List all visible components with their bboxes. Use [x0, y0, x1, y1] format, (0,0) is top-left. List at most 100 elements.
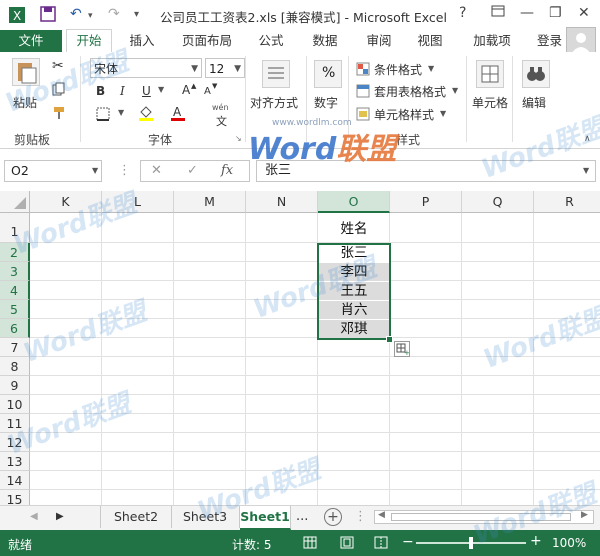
row-header[interactable]: 10 [0, 395, 30, 414]
row-header[interactable]: 13 [0, 452, 30, 471]
find-binoculars-icon[interactable] [522, 60, 550, 88]
column-header[interactable]: M [174, 191, 246, 213]
worksheet-grid[interactable]: K L M N O P Q R 1 2 3 4 5 6 7 8 9 10 11 12 13 14 15 姓名… [0, 191, 600, 505]
column-header-selected[interactable]: O [318, 191, 390, 213]
conditional-format-button[interactable]: 条件格式 [374, 61, 422, 78]
bold-button[interactable]: B [96, 84, 105, 98]
next-sheet-icon[interactable]: ▶ [56, 511, 64, 522]
redo-icon[interactable]: ↷ [108, 6, 120, 22]
zoom-level[interactable]: 100% [552, 536, 586, 550]
cells-button[interactable]: 单元格 [472, 94, 508, 111]
customize-toolbar-icon[interactable]: ▾ [134, 9, 139, 20]
tab-formulas[interactable]: 公式 [252, 30, 290, 52]
column-header[interactable]: P [390, 191, 462, 213]
formula-input[interactable]: 张三 [256, 160, 596, 182]
cell-styles-icon[interactable] [356, 107, 370, 124]
quick-analysis-icon[interactable]: + [394, 341, 410, 357]
insert-function-button[interactable]: fx [221, 163, 233, 178]
dialog-launcher-icon[interactable]: ↘ [235, 134, 242, 143]
decrease-font-icon[interactable]: A ▼ [204, 82, 220, 99]
undo-dropdown-icon[interactable]: ▾ [88, 11, 93, 21]
format-painter-icon[interactable] [52, 106, 66, 123]
tab-addins[interactable]: 加载项 [466, 30, 518, 52]
font-color-icon[interactable]: A [170, 104, 186, 125]
tab-view[interactable]: 视图 [411, 30, 449, 52]
row-header[interactable]: 14 [0, 471, 30, 490]
row-header[interactable]: 7 [0, 338, 30, 357]
copy-icon[interactable] [52, 82, 66, 99]
restore-button[interactable]: ❐ [549, 5, 562, 21]
number-format-icon[interactable]: % [314, 60, 342, 88]
row-header[interactable]: 12 [0, 433, 30, 452]
row-header-selected[interactable]: 2 [0, 243, 30, 262]
column-header[interactable]: N [246, 191, 318, 213]
cell-o1[interactable]: 姓名 [318, 215, 390, 243]
cells-icon[interactable] [476, 60, 504, 88]
font-name-combo[interactable]: 宋体 ▼ [90, 58, 202, 78]
minimize-button[interactable]: — [520, 5, 534, 21]
user-avatar[interactable] [566, 27, 596, 55]
alignment-icon[interactable] [262, 60, 290, 88]
row-header-selected[interactable]: 4 [0, 281, 30, 300]
chevron-down-icon[interactable]: ▼ [428, 64, 434, 73]
underline-button[interactable]: U [142, 84, 151, 98]
add-sheet-button[interactable]: + [324, 508, 342, 526]
column-header[interactable]: L [102, 191, 174, 213]
paste-button[interactable]: 粘贴 [13, 94, 37, 111]
borders-icon[interactable] [96, 107, 110, 124]
chevron-down-icon[interactable]: ▼ [440, 109, 446, 118]
cut-icon[interactable]: ✂ [52, 58, 64, 74]
zoom-slider[interactable] [416, 537, 526, 549]
collapse-ribbon-icon[interactable]: ∧ [584, 134, 591, 144]
expand-formula-bar-icon[interactable]: ▼ [583, 166, 589, 175]
sheet-tab-sheet3[interactable]: Sheet3 [171, 506, 240, 528]
chevron-down-icon[interactable]: ▼ [452, 86, 458, 95]
row-header[interactable]: 15 [0, 490, 30, 505]
horizontal-scrollbar[interactable]: ◀ ▶ [374, 510, 594, 524]
alignment-button[interactable]: 对齐方式 [250, 94, 298, 111]
editing-button[interactable]: 编辑 [522, 94, 546, 111]
tab-review[interactable]: 审阅 [360, 30, 398, 52]
zoom-slider-thumb[interactable] [469, 537, 473, 549]
zoom-out-button[interactable]: − [402, 534, 414, 550]
save-icon[interactable] [40, 6, 56, 26]
column-header[interactable]: Q [462, 191, 534, 213]
page-break-view-icon[interactable] [374, 536, 388, 552]
number-button[interactable]: 数字 [314, 94, 338, 111]
tab-file[interactable]: 文件 [0, 30, 62, 52]
sign-in-link[interactable]: 登录 [537, 30, 562, 52]
column-header[interactable]: K [30, 191, 102, 213]
row-header[interactable]: 9 [0, 376, 30, 395]
chevron-down-icon[interactable]: ▼ [158, 85, 164, 94]
select-all-corner[interactable] [0, 191, 30, 213]
row-header-selected[interactable]: 6 [0, 319, 30, 338]
name-box[interactable]: O2 [4, 160, 102, 182]
chevron-down-icon[interactable]: ▼ [118, 108, 124, 117]
paste-icon[interactable] [12, 58, 40, 86]
row-header[interactable]: 8 [0, 357, 30, 376]
chevron-down-icon[interactable]: ▼ [92, 166, 98, 175]
tab-data[interactable]: 数据 [306, 30, 344, 52]
italic-button[interactable]: I [120, 84, 125, 98]
scrollbar-thumb[interactable] [391, 513, 571, 521]
increase-font-icon[interactable]: A ▲ [182, 82, 198, 99]
normal-view-icon[interactable] [303, 536, 317, 552]
confirm-entry-button[interactable]: ✓ [187, 163, 198, 178]
row-header[interactable]: 1 [0, 213, 30, 243]
scroll-left-icon[interactable]: ◀ [378, 510, 385, 520]
fill-color-icon[interactable] [138, 104, 154, 125]
zoom-in-button[interactable]: + [530, 533, 542, 549]
tab-home[interactable]: 开始 [66, 29, 112, 54]
tab-page-layout[interactable]: 页面布局 [175, 30, 239, 52]
format-as-table-button[interactable]: 套用表格格式 [374, 83, 446, 100]
cancel-entry-button[interactable]: ✕ [151, 163, 162, 178]
sheet-tab-sheet1[interactable]: Sheet1 [240, 506, 291, 530]
row-header-selected[interactable]: 3 [0, 262, 30, 281]
tab-insert[interactable]: 插入 [122, 30, 162, 52]
close-button[interactable]: ✕ [578, 5, 590, 21]
conditional-format-icon[interactable] [356, 62, 370, 79]
column-header[interactable]: R [534, 191, 600, 213]
phonetic-guide-icon[interactable]: wén [212, 103, 229, 112]
format-as-table-icon[interactable] [356, 84, 370, 101]
cell-styles-button[interactable]: 单元格样式 [374, 106, 434, 123]
